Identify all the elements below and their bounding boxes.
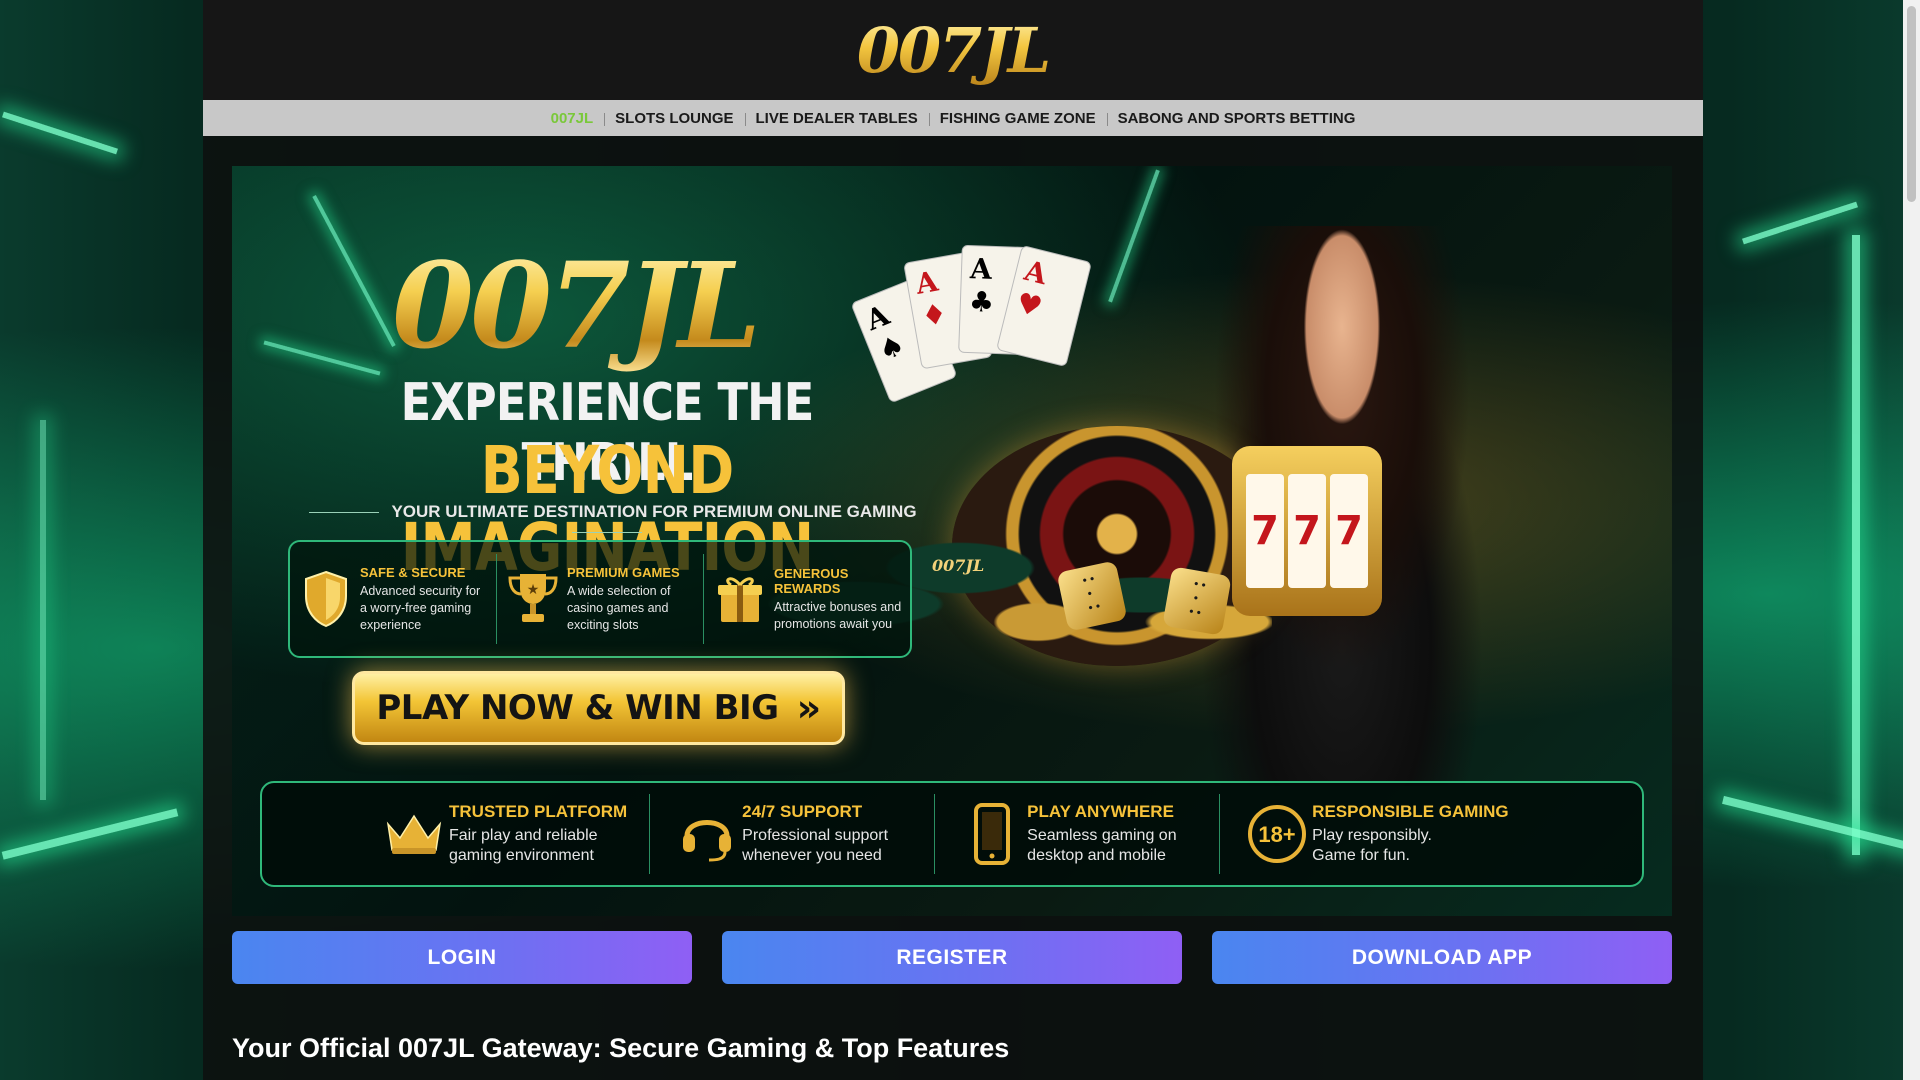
banner-logo: 007JL [392, 236, 761, 375]
neon-streak [2, 111, 118, 155]
feature-panel: SAFE & SECURE Advanced security for a wo… [288, 540, 912, 658]
nav-item-sabong-sports-betting[interactable]: SABONG AND SPORTS BETTING [1106, 110, 1367, 127]
section-title: Your Official 007JL Gateway: Secure Gami… [232, 1033, 1010, 1063]
site-header: 007JL [203, 0, 1703, 100]
headset-icon [672, 802, 742, 866]
login-button[interactable]: LOGIN [232, 931, 692, 984]
trust-support: 24/7 SUPPORT Professional support whenev… [649, 794, 934, 874]
svg-text:18+: 18+ [1259, 822, 1296, 847]
feature-title: GENEROUS REWARDS [774, 565, 849, 596]
trust-desc: Seamless gaming on desktop and mobile [1027, 827, 1177, 864]
trust-title: 24/7 SUPPORT [742, 802, 863, 821]
neon-ray [1108, 169, 1160, 303]
trophy-icon: ★ [505, 567, 561, 631]
age-18-icon: 18+ [1242, 802, 1312, 866]
shield-icon [298, 567, 354, 631]
page-container: 007JL 007JL SLOTS LOUNGE LIVE DEALER TAB… [203, 0, 1703, 1080]
feature-generous-rewards: GENEROUS REWARDS Attractive bonuses and … [703, 554, 910, 644]
trust-responsible-gaming: 18+ RESPONSIBLE GAMING Play responsibly.… [1219, 794, 1530, 874]
chip-logo-text: 007JL [932, 556, 985, 575]
feature-title: SAFE & SECURE [360, 564, 466, 580]
play-now-button[interactable]: PLAY NOW & WIN BIG » [352, 671, 845, 745]
hero-banner[interactable]: 007JL A♠ A♦ A♣ A♥ 7 7 7 007JL EXPERIENCE… [232, 166, 1672, 916]
slot-reel: 7 [1288, 474, 1326, 588]
trust-play-anywhere: PLAY ANYWHERE Seamless gaming on desktop… [934, 794, 1219, 874]
feature-desc: A wide selection of casino games and exc… [567, 583, 671, 632]
neon-streak [1, 808, 179, 860]
feature-title: PREMIUM GAMES [567, 564, 680, 580]
trust-desc: Play responsibly. Game for fun. [1312, 827, 1432, 864]
banner-tagline: YOUR ULTIMATE DESTINATION FOR PREMIUM ON… [292, 502, 922, 542]
trust-desc: Fair play and reliable gaming environmen… [449, 827, 598, 864]
svg-text:★: ★ [527, 581, 540, 597]
site-logo[interactable]: 007JL [857, 14, 1051, 87]
phone-icon [957, 802, 1027, 866]
play-now-label: PLAY NOW & WIN BIG [376, 688, 779, 728]
main-nav: 007JL SLOTS LOUNGE LIVE DEALER TABLES FI… [203, 100, 1703, 136]
feature-desc: Advanced security for a worry-free gamin… [360, 583, 481, 632]
feature-premium-games: ★ PREMIUM GAMES A wide selection of casi… [496, 554, 703, 644]
gift-icon [712, 567, 768, 631]
trust-desc: Professional support whenever you need [742, 827, 889, 864]
nav-item-live-dealer-tables[interactable]: LIVE DEALER TABLES [744, 110, 929, 127]
neon-streak [1722, 795, 1918, 853]
neon-ray [312, 195, 396, 347]
trust-title: PLAY ANYWHERE [1027, 802, 1174, 821]
dice-image [1056, 560, 1128, 632]
trust-title: RESPONSIBLE GAMING [1312, 802, 1509, 821]
neon-ray [263, 340, 381, 376]
nav-item-home[interactable]: 007JL [540, 110, 605, 127]
dice-image [1162, 566, 1232, 636]
action-buttons: LOGIN REGISTER DOWNLOAD APP [232, 931, 1672, 984]
trust-trusted-platform: TRUSTED PLATFORM Fair play and reliable … [357, 794, 649, 874]
feature-desc: Attractive bonuses and promotions await … [774, 599, 902, 631]
trust-panel: TRUSTED PLATFORM Fair play and reliable … [260, 781, 1644, 887]
download-app-button[interactable]: DOWNLOAD APP [1212, 931, 1672, 984]
neon-streak [40, 420, 46, 800]
neon-streak [1852, 235, 1860, 855]
slot-machine-image: 7 7 7 [1232, 446, 1382, 616]
neon-streak [1742, 201, 1858, 245]
trust-title: TRUSTED PLATFORM [449, 802, 628, 821]
slot-reel: 7 [1330, 474, 1368, 588]
page-scrollbar[interactable] [1903, 0, 1920, 1080]
slot-reel: 7 [1246, 474, 1284, 588]
register-button[interactable]: REGISTER [722, 931, 1182, 984]
scrollbar-thumb[interactable] [1907, 6, 1916, 202]
nav-item-fishing-game-zone[interactable]: FISHING GAME ZONE [928, 110, 1107, 127]
feature-safe-secure: SAFE & SECURE Advanced security for a wo… [290, 554, 496, 644]
double-chevron-right-icon: » [796, 686, 822, 730]
nav-item-slots-lounge[interactable]: SLOTS LOUNGE [604, 110, 744, 127]
crown-icon [379, 802, 449, 866]
